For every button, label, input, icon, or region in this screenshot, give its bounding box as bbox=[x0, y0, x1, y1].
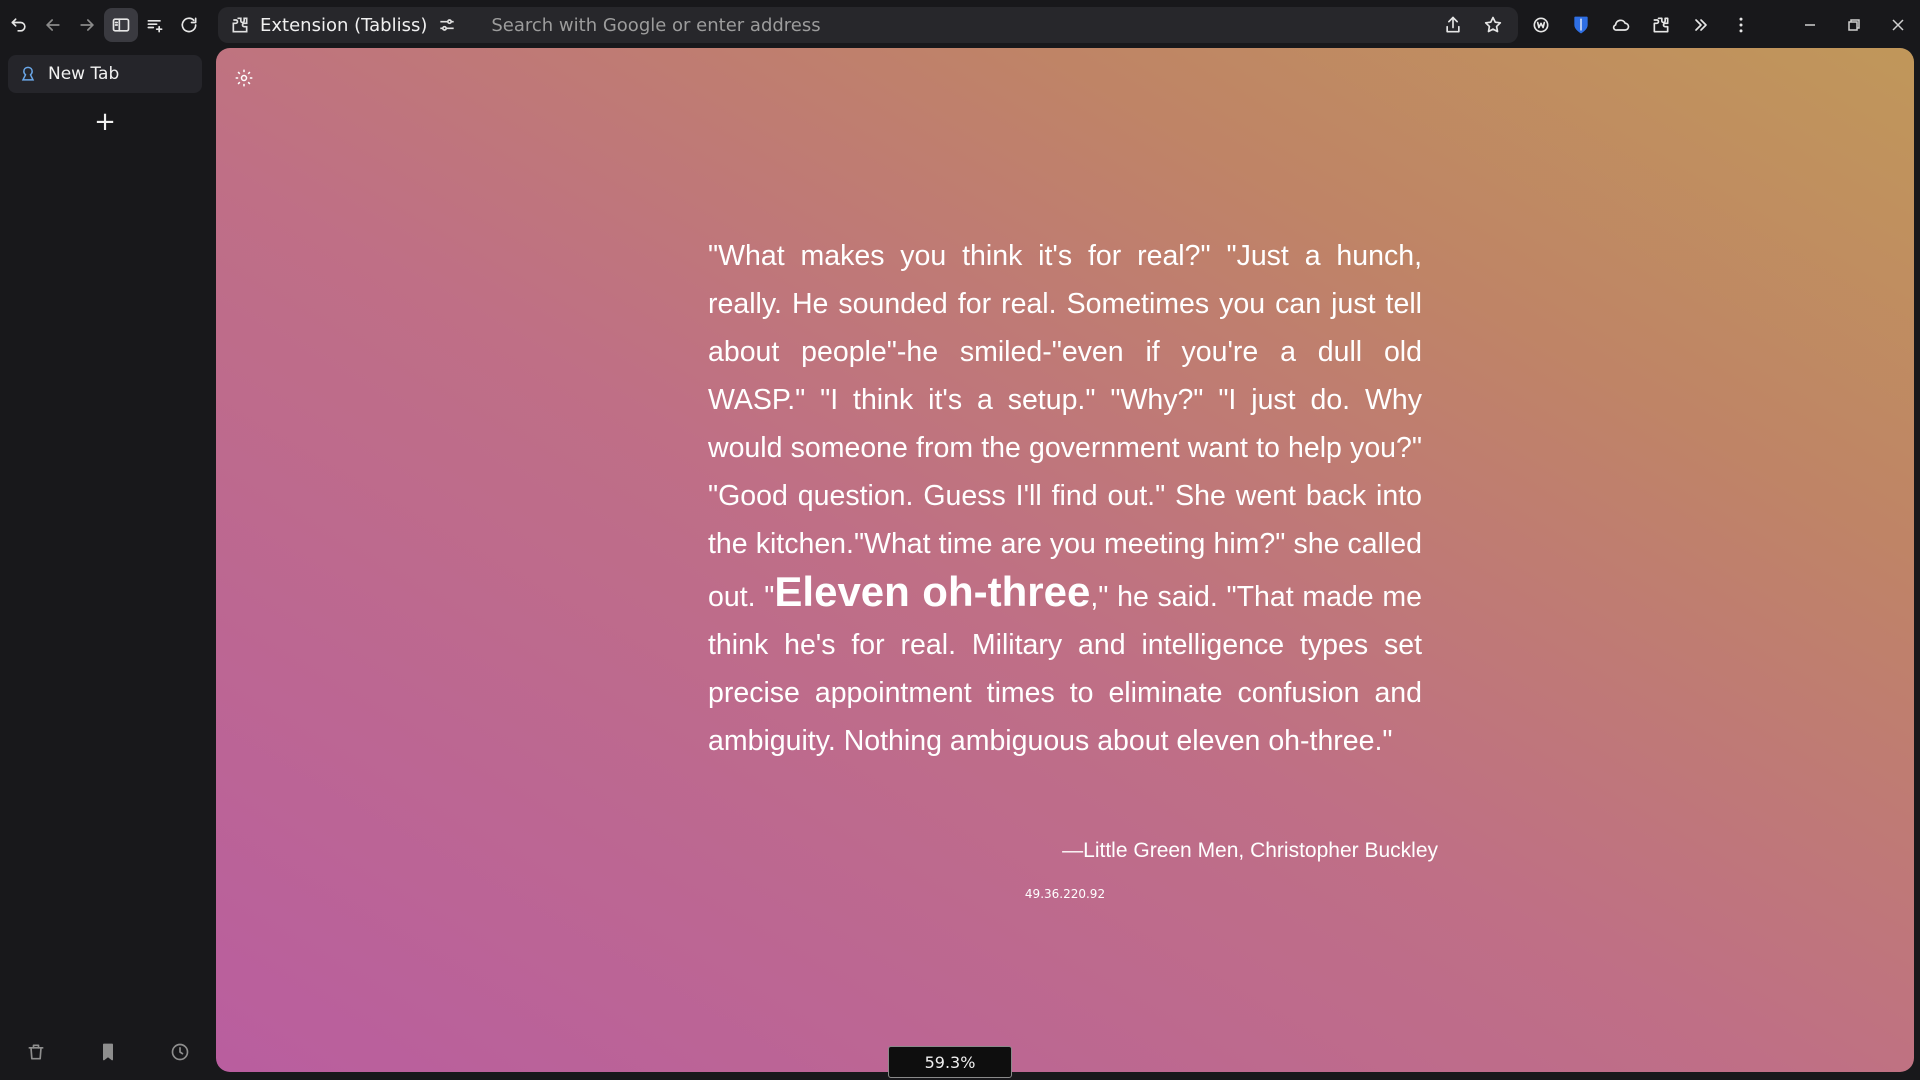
site-settings-icon[interactable] bbox=[437, 15, 457, 35]
zoom-level-indicator: 59.3% bbox=[888, 1046, 1012, 1078]
extensions-puzzle-icon[interactable] bbox=[1644, 8, 1678, 42]
menu-kebab-icon[interactable] bbox=[1724, 8, 1758, 42]
bookmarks-icon[interactable] bbox=[91, 1035, 125, 1069]
quote-text-part1: "What makes you think it's for real?" "J… bbox=[708, 240, 1422, 613]
tab-label: New Tab bbox=[48, 64, 120, 84]
site-info-chip[interactable]: Extension (Tabliss) bbox=[218, 7, 469, 43]
address-input[interactable]: Search with Google or enter address bbox=[491, 15, 1436, 36]
overflow-chevrons-icon[interactable] bbox=[1684, 8, 1718, 42]
new-tab-button[interactable]: + bbox=[88, 105, 122, 139]
quote-widget: "What makes you think it's for real?" "J… bbox=[708, 232, 1422, 765]
restore-icon[interactable] bbox=[1832, 3, 1876, 47]
trash-icon[interactable] bbox=[19, 1035, 53, 1069]
bitwarden-shield-icon[interactable] bbox=[1564, 8, 1598, 42]
back-icon[interactable] bbox=[36, 8, 70, 42]
tab-new-tab[interactable]: New Tab bbox=[8, 55, 202, 93]
minimize-icon[interactable] bbox=[1788, 3, 1832, 47]
quote-attribution: —Little Green Men, Christopher Buckley bbox=[1062, 839, 1438, 862]
cloud-icon[interactable] bbox=[1604, 8, 1638, 42]
w-extension-icon[interactable] bbox=[1524, 8, 1558, 42]
sidebar-toggle-icon[interactable] bbox=[104, 8, 138, 42]
site-label: Extension (Tabliss) bbox=[260, 14, 428, 36]
settings-gear-icon[interactable] bbox=[230, 64, 258, 92]
quote-text: "What makes you think it's for real?" "J… bbox=[708, 232, 1422, 765]
extension-puzzle-icon bbox=[232, 17, 248, 33]
forward-icon[interactable] bbox=[70, 8, 104, 42]
bookmark-star-icon[interactable] bbox=[1476, 8, 1510, 42]
ip-address-widget: 49.36.220.92 bbox=[1024, 887, 1106, 901]
address-bar[interactable]: Extension (Tabliss) Search with Google o… bbox=[218, 7, 1518, 43]
reading-list-icon[interactable] bbox=[138, 8, 172, 42]
quote-emphasis: Eleven oh-three bbox=[774, 568, 1091, 615]
close-icon[interactable] bbox=[1876, 3, 1920, 47]
undo-icon[interactable] bbox=[2, 8, 36, 42]
browser-toolbar: Extension (Tabliss) Search with Google o… bbox=[0, 0, 1920, 50]
tabliss-newtab-page: "What makes you think it's for real?" "J… bbox=[216, 48, 1914, 1072]
reload-icon[interactable] bbox=[172, 8, 206, 42]
share-icon[interactable] bbox=[1436, 8, 1470, 42]
history-clock-icon[interactable] bbox=[163, 1035, 197, 1069]
vertical-tabs-sidebar: New Tab + bbox=[0, 50, 216, 1080]
tab-favicon-icon bbox=[21, 66, 35, 81]
